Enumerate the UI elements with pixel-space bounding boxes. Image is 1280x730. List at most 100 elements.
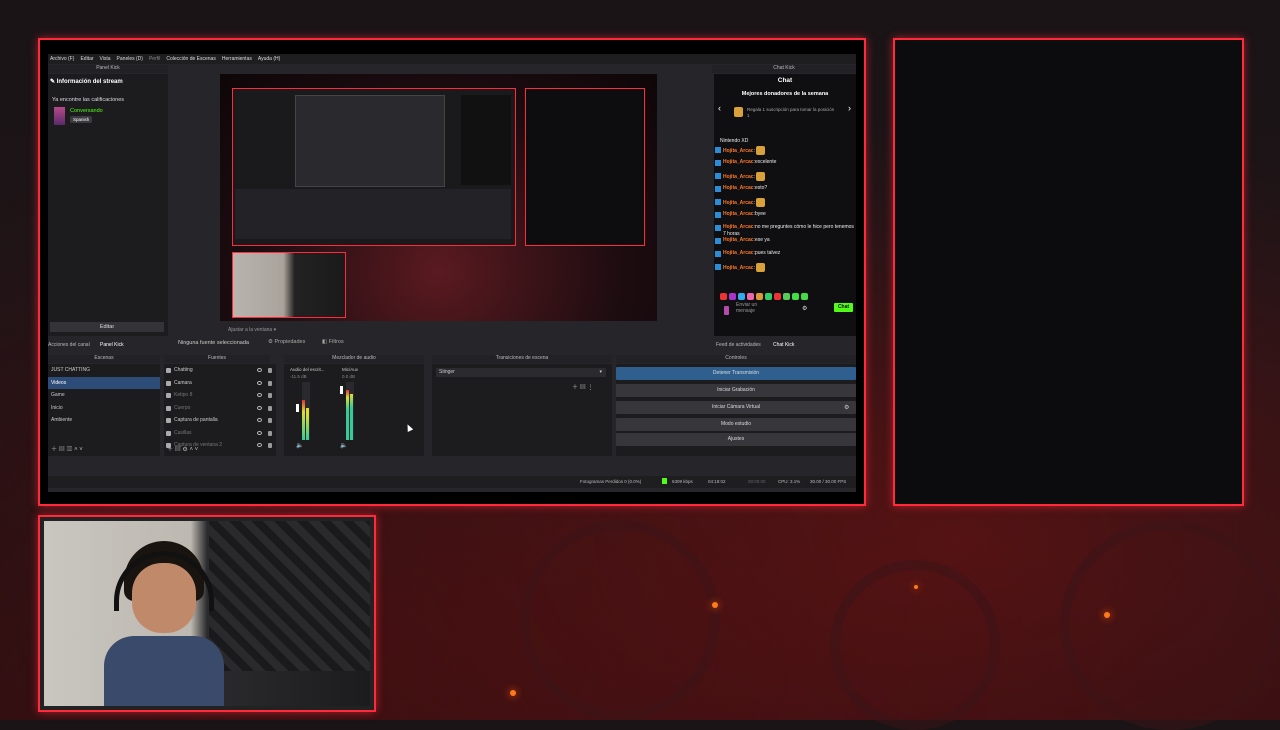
edit-button[interactable]: Editar	[50, 322, 164, 332]
menu-editar[interactable]: Editar	[80, 56, 93, 62]
speaker-icon[interactable]: 🔈	[296, 442, 303, 449]
chat-input[interactable]: Enviar un mensaje	[736, 302, 774, 314]
chat-username[interactable]: Hojita_Arcac	[723, 174, 754, 180]
eye-icon[interactable]	[257, 368, 262, 372]
eye-icon[interactable]	[257, 418, 262, 422]
source-item[interactable]: Casillas	[164, 427, 276, 440]
lock-icon[interactable]	[268, 405, 272, 411]
eye-icon[interactable]	[257, 393, 262, 397]
chevron-down-icon[interactable]: ˅	[79, 447, 83, 453]
chevron-down-icon[interactable]: ˅	[195, 447, 199, 453]
trash-icon[interactable]: ▤	[175, 447, 181, 453]
chat-send-button[interactable]: Chat	[834, 303, 853, 312]
menu-paneles[interactable]: Paneles (D)	[117, 56, 143, 62]
source-item[interactable]: Camara	[164, 377, 276, 390]
menu-coleccion[interactable]: Colección de Escenas	[166, 56, 215, 62]
chat-separator: :	[753, 173, 755, 180]
chat-username[interactable]: Hojita_Arcac	[723, 265, 754, 271]
start-virtual-cam-button[interactable]: Iniciar Cámara Virtual	[616, 401, 856, 414]
scene-item[interactable]: Inicio	[48, 402, 160, 415]
scene-item[interactable]: Videos	[48, 376, 160, 389]
virtual-cam-settings-icon[interactable]: ⚙	[844, 404, 849, 411]
chat-username[interactable]: Hojita_Arcac	[723, 250, 754, 256]
menu-bar: Archivo (F) Editar Vista Paneles (D) Per…	[48, 54, 856, 64]
chat-username[interactable]: Hojita_Arcac	[723, 224, 754, 230]
eye-icon[interactable]	[257, 380, 262, 385]
chat-username[interactable]: Hojita_Arcac	[723, 200, 754, 206]
lock-icon[interactable]	[268, 443, 272, 448]
chat-username[interactable]: Hojita_Arcac	[723, 237, 754, 243]
more-icon[interactable]: ⋮	[587, 385, 593, 391]
chevron-left-icon[interactable]: ‹	[718, 103, 721, 113]
source-item[interactable]: Captura de pantalla	[164, 414, 276, 427]
trash-icon[interactable]: ▤	[59, 447, 65, 453]
category-label[interactable]: Conversando	[70, 108, 103, 114]
chat-settings-icon[interactable]: ⚙	[802, 305, 807, 312]
lock-icon[interactable]	[268, 393, 272, 398]
tab-panel-kick[interactable]: Panel Kick	[100, 342, 124, 348]
ember	[712, 602, 718, 608]
zoom-hint[interactable]: Ajustar a la ventana ▾	[228, 327, 276, 333]
gear-icon[interactable]: ⚙	[182, 447, 187, 453]
lock-icon[interactable]	[268, 368, 272, 373]
emote-icon[interactable]	[792, 293, 799, 300]
speaker-icon[interactable]: 🔈	[340, 442, 347, 449]
emote-icon[interactable]	[729, 293, 736, 300]
scene-item[interactable]: Game	[48, 389, 160, 402]
chat-username[interactable]: Hojita_Arcac	[723, 159, 754, 165]
lock-icon[interactable]	[268, 418, 272, 423]
emote-icon[interactable]	[783, 293, 790, 300]
menu-archivo[interactable]: Archivo (F)	[50, 56, 74, 62]
emote-icon[interactable]	[774, 293, 781, 300]
ember	[510, 690, 516, 696]
tab-chat-kick[interactable]: Chat Kick	[773, 342, 794, 348]
trash-icon[interactable]: ▤	[580, 385, 586, 391]
tab-channel-events[interactable]: Acciones del canal	[48, 342, 90, 348]
source-item[interactable]: Chatting	[164, 364, 276, 377]
filter-icon[interactable]: ▥	[66, 447, 72, 453]
scene-item[interactable]: JUST CHATTING	[48, 364, 160, 377]
chevron-up-icon[interactable]: ˄	[189, 447, 193, 453]
chat-username[interactable]: Hojita_Arcac	[723, 185, 754, 191]
stop-stream-button[interactable]: Detener Transmisión	[616, 367, 856, 380]
chat-username[interactable]: Hojita_Arcac	[723, 148, 754, 154]
menu-ayuda[interactable]: Ayuda (H)	[258, 56, 280, 62]
eye-icon[interactable]	[257, 430, 262, 435]
source-type-icon	[166, 368, 171, 373]
studio-mode-button[interactable]: Modo estudio	[616, 418, 856, 431]
filters-button[interactable]: ◧ Filtros	[322, 339, 344, 345]
start-recording-button[interactable]: Iniciar Grabación	[616, 384, 856, 397]
emote-icon[interactable]	[747, 293, 754, 300]
volume-slider-2[interactable]	[340, 386, 343, 394]
chevron-up-icon[interactable]: ˄	[74, 447, 78, 453]
scenes-dock-title: Escenas	[48, 355, 160, 363]
obs-capture-frame: Archivo (F) Editar Vista Paneles (D) Per…	[38, 38, 866, 506]
eye-icon[interactable]	[257, 443, 262, 447]
transition-select[interactable]: Stinger ▾	[436, 368, 606, 377]
source-type-icon	[166, 405, 171, 411]
emote-icon[interactable]	[738, 293, 745, 300]
chat-username[interactable]: Hojita_Arcac	[723, 211, 754, 217]
plus-icon[interactable]: ＋	[167, 447, 173, 453]
plus-icon[interactable]: ＋	[51, 447, 57, 453]
chevron-right-icon[interactable]: ›	[848, 103, 851, 113]
scene-item[interactable]: Ambiente	[48, 414, 160, 427]
properties-button[interactable]: ⚙ Propiedades	[268, 339, 305, 345]
source-label: Chatting	[174, 367, 193, 373]
menu-herramientas[interactable]: Herramientas	[222, 56, 252, 62]
source-item[interactable]: Cuerpo	[164, 402, 276, 415]
eye-icon[interactable]	[257, 405, 262, 410]
lock-icon[interactable]	[268, 380, 272, 386]
menu-perfil[interactable]: Perfil	[149, 56, 160, 62]
lock-icon[interactable]	[268, 430, 272, 436]
source-item[interactable]: Ketipo 8	[164, 389, 276, 402]
volume-slider-1[interactable]	[296, 404, 299, 412]
emote-icon[interactable]	[765, 293, 772, 300]
menu-vista[interactable]: Vista	[100, 56, 111, 62]
emote-icon[interactable]	[720, 293, 727, 300]
emote-icon[interactable]	[801, 293, 808, 300]
settings-button[interactable]: Ajustes	[616, 433, 856, 446]
emote-icon[interactable]	[756, 293, 763, 300]
plus-icon[interactable]: ＋	[572, 385, 578, 391]
tab-activity-feed[interactable]: Feed de actividades	[716, 342, 761, 348]
